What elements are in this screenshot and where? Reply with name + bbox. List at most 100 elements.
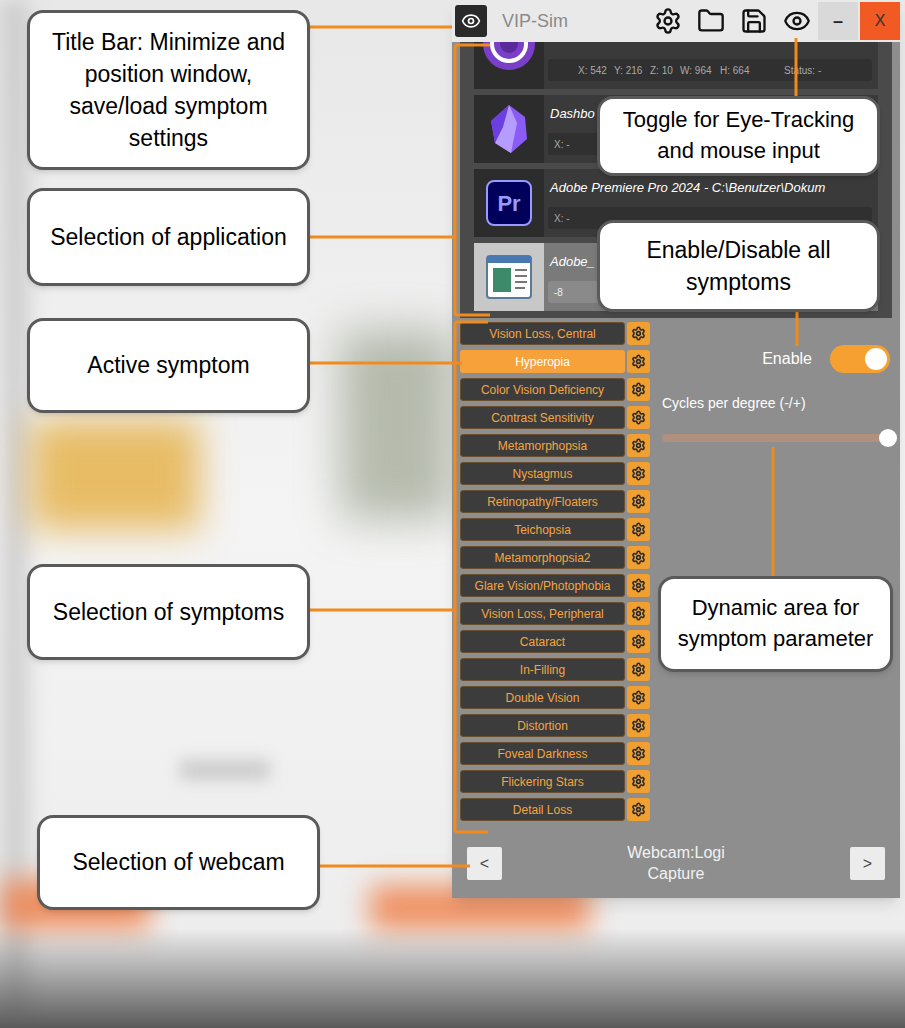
annotation-line xyxy=(772,447,775,576)
background-blur-shape xyxy=(0,0,30,1028)
symptom-settings-button[interactable] xyxy=(627,462,650,485)
annotation-line xyxy=(310,26,452,29)
symptom-settings-button[interactable] xyxy=(627,574,650,597)
symptom-settings-button[interactable] xyxy=(627,350,650,373)
symptom-button[interactable]: Retinopathy/Floaters xyxy=(460,490,625,513)
slider-knob[interactable] xyxy=(879,429,897,447)
symptom-row: Flickering Stars xyxy=(460,770,650,793)
symptom-row: Contrast Sensitivity xyxy=(460,406,650,429)
symptom-settings-button[interactable] xyxy=(627,630,650,653)
symptom-button[interactable]: Distortion xyxy=(460,714,625,737)
enable-row: Enable xyxy=(662,345,890,373)
symptom-button[interactable]: Contrast Sensitivity xyxy=(460,406,625,429)
gear-icon xyxy=(631,662,646,677)
symptom-settings-button[interactable] xyxy=(627,434,650,457)
symptom-list: Vision Loss, Central Hyperopia Color Visio… xyxy=(460,322,650,821)
title-bar[interactable]: VIP-Sim –X xyxy=(452,0,900,42)
gear-icon xyxy=(631,494,646,509)
symptom-button[interactable]: Nystagmus xyxy=(460,462,625,485)
annotation-line xyxy=(310,609,455,612)
application-field: H: 664 xyxy=(720,63,760,78)
symptom-settings-button[interactable] xyxy=(627,714,650,737)
application-field: W: 964 xyxy=(680,63,720,78)
symptom-button[interactable]: Metamorphopsia2 xyxy=(460,546,625,569)
symptom-button[interactable]: Flickering Stars xyxy=(460,770,625,793)
symptom-settings-button[interactable] xyxy=(627,518,650,541)
load-folder-icon[interactable] xyxy=(697,7,725,35)
symptom-button[interactable]: Double Vision xyxy=(460,686,625,709)
symptom-row: Cataract xyxy=(460,630,650,653)
symptom-settings-button[interactable] xyxy=(627,322,650,345)
symptom-row: In-Filling xyxy=(460,658,650,681)
premiere-app-icon: Pr xyxy=(486,180,532,226)
eye-tracking-toggle-icon[interactable] xyxy=(783,7,811,35)
webcam-next-button[interactable]: > xyxy=(850,847,885,880)
annotation-callout: Enable/Disable all symptoms xyxy=(597,220,880,312)
gear-icon xyxy=(631,690,646,705)
settings-gear-icon[interactable] xyxy=(654,7,682,35)
symptom-settings-button[interactable] xyxy=(627,406,650,429)
toggle-knob xyxy=(865,348,887,370)
webcam-prev-button[interactable]: < xyxy=(467,847,502,880)
close-button[interactable]: X xyxy=(860,2,900,40)
symptom-settings-button[interactable] xyxy=(627,602,650,625)
symptom-settings-button[interactable] xyxy=(627,770,650,793)
background-shade xyxy=(0,928,905,1028)
application-field: X: 542 xyxy=(578,63,614,78)
symptom-settings-button[interactable] xyxy=(627,490,650,513)
symptom-settings-button[interactable] xyxy=(627,686,650,709)
annotation-line xyxy=(454,322,457,832)
gear-icon xyxy=(631,802,646,817)
background-blur-shape xyxy=(30,420,200,530)
github-app-icon xyxy=(481,42,537,72)
symptom-button[interactable]: Teichopsia xyxy=(460,518,625,541)
annotation-line xyxy=(455,321,488,324)
save-icon[interactable] xyxy=(740,7,768,35)
symptom-button[interactable]: Color Vision Deficiency xyxy=(460,378,625,401)
application-icon-box xyxy=(474,95,544,163)
symptom-button[interactable]: Hyperopia xyxy=(460,350,625,373)
symptom-settings-button[interactable] xyxy=(627,658,650,681)
symptom-settings-button[interactable] xyxy=(627,798,650,821)
gear-icon xyxy=(631,522,646,537)
gear-icon xyxy=(631,606,646,621)
gear-icon xyxy=(631,774,646,789)
symptom-settings-button[interactable] xyxy=(627,378,650,401)
enable-toggle[interactable] xyxy=(830,345,890,373)
callout-text: Selection of webcam xyxy=(72,846,284,878)
annotation-line xyxy=(310,362,462,365)
screen: VIP-Sim –XX: 542Y: 216Z: 10W: 964H: 664St… xyxy=(0,0,905,1028)
symptom-settings-button[interactable] xyxy=(627,546,650,569)
gear-icon xyxy=(631,466,646,481)
symptom-settings-button[interactable] xyxy=(627,742,650,765)
symptom-button[interactable]: Vision Loss, Central xyxy=(460,322,625,345)
gear-icon xyxy=(631,718,646,733)
application-icon-box xyxy=(474,243,544,311)
symptom-button[interactable]: Vision Loss, Peripheral xyxy=(460,602,625,625)
application-title-row: Adobe Premiere Pro 2024 - C:\Benutzer\Do… xyxy=(548,177,872,199)
symptom-row: Hyperopia xyxy=(460,350,650,373)
annotation-callout: Active symptom xyxy=(27,318,310,413)
parameter-slider[interactable] xyxy=(662,434,888,442)
application-field: -8 xyxy=(554,285,563,300)
symptom-button[interactable]: Glare Vision/Photophobia xyxy=(460,574,625,597)
callout-text: Selection of application xyxy=(50,221,287,253)
application-details: X: 542Y: 216Z: 10W: 964H: 664Status: - xyxy=(548,42,878,89)
symptom-button[interactable]: Detail Loss xyxy=(460,798,625,821)
symptom-area: Vision Loss, Central Hyperopia Color Visio… xyxy=(452,318,900,821)
gear-icon xyxy=(631,746,646,761)
symptom-button[interactable]: Cataract xyxy=(460,630,625,653)
symptom-row: Color Vision Deficiency xyxy=(460,378,650,401)
symptom-button[interactable]: In-Filling xyxy=(460,658,625,681)
symptom-row: Teichopsia xyxy=(460,518,650,541)
symptom-button[interactable]: Metamorphopsia xyxy=(460,434,625,457)
symptom-button[interactable]: Foveal Darkness xyxy=(460,742,625,765)
application-field: Z: 10 xyxy=(650,63,680,78)
annotation-line xyxy=(320,865,470,868)
gear-icon xyxy=(631,578,646,593)
application-item[interactable]: X: 542Y: 216Z: 10W: 964H: 664Status: - xyxy=(474,42,878,89)
annotation-line xyxy=(796,312,799,346)
symptom-row: Detail Loss xyxy=(460,798,650,821)
window-title: VIP-Sim xyxy=(502,8,654,35)
minimize-button[interactable]: – xyxy=(818,2,858,40)
